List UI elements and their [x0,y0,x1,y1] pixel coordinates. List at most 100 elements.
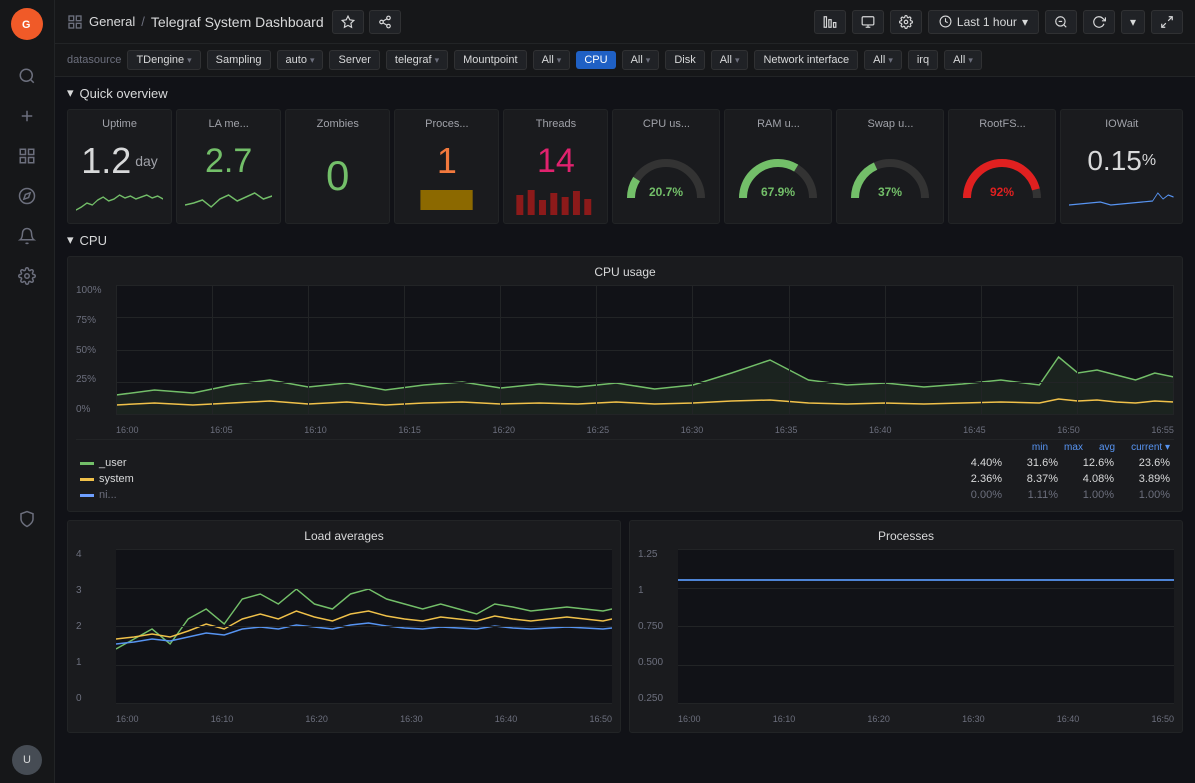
load-averages-panel: Load averages 4 3 2 1 0 [67,520,621,733]
sidebar-item-search[interactable] [7,58,47,94]
bottom-charts-row: Load averages 4 3 2 1 0 [67,520,1183,733]
filter-bar: datasource TDengine ▾ Sampling auto ▾ Se… [55,44,1195,77]
user-avatar[interactable]: U [12,745,42,775]
iowait-value: 0.15% [1069,136,1174,185]
rootfs-title: RootFS... [957,118,1047,130]
cpu-chart-panel: CPU usage 100% 75% 50% 25% 0% [67,256,1183,512]
star-icon [341,15,355,29]
user-current: 23.6% [1130,457,1170,469]
legend-row-system: system 2.36% 8.37% 4.08% 3.89% [76,471,1174,487]
load-averages-title: Load averages [76,529,612,543]
breadcrumb-general[interactable]: General [89,14,135,29]
processes-chart-inner[interactable] [678,549,1174,704]
irq-select[interactable]: All ▾ [944,50,982,70]
zombies-value: 0 [294,136,381,215]
mountpoint-select[interactable]: All ▾ [533,50,571,70]
sidebar-item-shield[interactable] [7,501,47,537]
mountpoint-label: Mountpoint [454,50,526,70]
ni-min: 0.00% [962,489,1002,501]
sidebar-item-add[interactable] [7,98,47,134]
ni-legend-line [80,494,94,497]
rootfs-card: RootFS... 92% [948,109,1056,224]
share-button[interactable] [369,10,401,34]
rootfs-gauge: 92% [957,136,1047,215]
time-range-button[interactable]: Last 1 hour ▾ [928,10,1039,34]
server-select[interactable]: telegraf ▾ [386,50,448,70]
sampling-select[interactable]: auto ▾ [277,50,324,70]
star-button[interactable] [332,10,364,34]
cpu-filter-label: CPU [576,51,615,69]
datasource-label: datasource [67,54,121,66]
server-label: Server [329,50,379,70]
system-min: 2.36% [962,473,1002,485]
uptime-card: Uptime 1.2 day [67,109,172,224]
settings-icon [899,15,913,29]
tv-button[interactable] [852,10,884,34]
legend-current-header[interactable]: current ▾ [1131,442,1170,453]
more-button[interactable]: ▾ [1121,10,1145,34]
zoom-out-button[interactable] [1045,10,1077,34]
network-label: Network interface [754,50,858,70]
cpu-chart-title: CPU usage [76,265,1174,279]
legend-row-user: _user 4.40% 31.6% 12.6% 23.6% [76,455,1174,471]
iowait-title: IOWait [1069,118,1174,130]
time-range-label: Last 1 hour [957,15,1017,29]
network-chevron: ▾ [888,55,893,66]
ni-max: 1.11% [1018,489,1058,501]
add-panel-button[interactable] [814,10,846,34]
load-chart-inner[interactable] [116,549,612,704]
disk-select[interactable]: All ▾ [711,50,749,70]
user-legend-label: _user [99,457,962,469]
cpu-chart-inner[interactable] [116,285,1174,415]
iowait-sparkline [1069,185,1174,215]
user-max: 31.6% [1018,457,1058,469]
system-avg: 4.08% [1074,473,1114,485]
legend-row-ni: ni... 0.00% 1.11% 1.00% 1.00% [76,487,1174,503]
processes-chart-title: Processes [638,529,1174,543]
disk-label: Disk [665,50,704,70]
overview-row: Uptime 1.2 day LA me... 2.7 [67,109,1183,224]
la-sparkline [185,185,272,215]
load-averages-chart: 4 3 2 1 0 [76,549,612,724]
bar-chart-icon [823,15,837,29]
system-legend-line [80,478,94,481]
system-legend-label: system [99,473,962,485]
refresh-button[interactable] [1083,10,1115,34]
quick-overview-section-header[interactable]: ▾ Quick overview [67,85,1183,101]
cpu-legend: min max avg current ▾ _user 4.40% 31.6% … [76,439,1174,503]
swap-gauge: 37% [845,136,935,215]
cpu-section-header[interactable]: ▾ CPU [67,232,1183,248]
swap-usage-title: Swap u... [845,118,935,130]
processes-sparkline [403,185,490,215]
sidebar-item-alerts[interactable] [7,218,47,254]
uptime-sparkline [76,185,163,215]
cpu-usage-card: CPU us... 20.7% [612,109,720,224]
clock-icon [939,15,952,28]
svg-text:92%: 92% [990,185,1014,199]
grafana-logo[interactable]: G [11,8,43,40]
svg-text:37%: 37% [878,185,902,199]
fullscreen-button[interactable] [1151,10,1183,34]
cpu-gauge: 20.7% [621,136,711,215]
user-avg: 12.6% [1074,457,1114,469]
quick-overview-title: Quick overview [80,86,168,101]
main-content: General / Telegraf System Dashboard [55,0,1195,783]
cpu-section-title: CPU [80,233,107,248]
cpu-select[interactable]: All ▾ [622,50,660,70]
sidebar-item-settings[interactable] [7,258,47,294]
irq-label: irq [908,50,938,70]
ram-gauge: 67.9% [733,136,823,215]
sidebar-item-dashboards[interactable] [7,138,47,174]
disk-chevron: ▾ [735,55,740,66]
settings-button[interactable] [890,10,922,34]
svg-text:67.9%: 67.9% [761,185,795,199]
network-select[interactable]: All ▾ [864,50,902,70]
la-value: 2.7 [185,136,272,185]
sidebar-item-explore[interactable] [7,178,47,214]
top-header: General / Telegraf System Dashboard [55,0,1195,44]
la-title: LA me... [185,118,272,130]
datasource-select[interactable]: TDengine ▾ [127,50,200,70]
ni-legend-label: ni... [99,489,962,501]
sidebar: G U [0,0,55,783]
svg-text:20.7%: 20.7% [649,185,683,199]
